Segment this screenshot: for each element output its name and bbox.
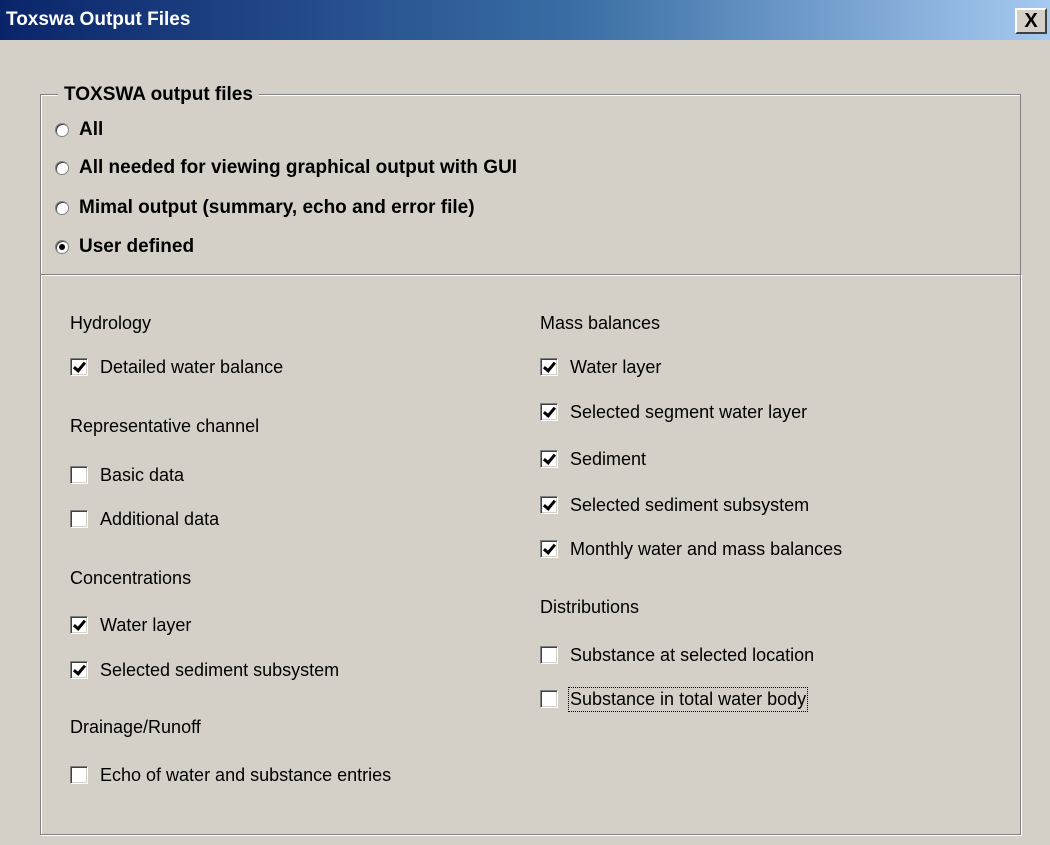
checkbox[interactable] [70,616,88,634]
checkbox[interactable] [540,450,558,468]
check-mass-sediment[interactable]: Sediment [540,448,646,470]
checkbox-label: Selected segment water layer [570,401,808,422]
radio-all[interactable]: All [55,117,103,143]
radio-button[interactable] [55,240,69,254]
checkbox[interactable] [70,466,88,484]
checkbox[interactable] [540,540,558,558]
output-files-legend: TOXSWA output files [58,84,259,106]
check-concentrations-water-layer[interactable]: Water layer [70,614,191,636]
radio-gui-output[interactable]: All needed for viewing graphical output … [55,155,517,181]
check-mass-sediment-subsystem[interactable]: Selected sediment subsystem [540,494,809,516]
checkbox-label: Echo of water and substance entries [100,764,392,785]
radio-button[interactable] [55,201,69,215]
check-detailed-water-balance[interactable]: Detailed water balance [70,356,283,378]
checkbox[interactable] [70,358,88,376]
radio-label: All [79,119,104,140]
checkbox[interactable] [540,646,558,664]
check-echo-water-substance[interactable]: Echo of water and substance entries [70,764,391,786]
drainage-runoff-heading: Drainage/Runoff [70,717,201,737]
radio-label: Mimal output (summary, echo and error fi… [79,197,475,218]
checkbox[interactable] [70,766,88,784]
check-basic-data[interactable]: Basic data [70,464,184,486]
close-icon: X [1024,10,1038,32]
hydrology-heading: Hydrology [70,313,152,333]
check-mass-water-layer[interactable]: Water layer [540,356,661,378]
checkbox[interactable] [540,403,558,421]
checkbox-label: Additional data [100,508,220,529]
checkbox-label: Selected sediment subsystem [100,659,340,680]
concentrations-heading: Concentrations [70,568,192,588]
checkbox-label: Water layer [100,614,192,635]
radio-user-defined[interactable]: User defined [55,234,194,260]
window-title: Toxswa Output Files [6,9,191,30]
checkbox-label: Substance in total water body [567,686,809,712]
checkbox-label: Monthly water and mass balances [570,538,843,559]
check-mass-segment-water-layer[interactable]: Selected segment water layer [540,401,807,423]
checkbox-label: Water layer [570,356,662,377]
mass-balances-heading: Mass balances [540,313,661,333]
close-button[interactable]: X [1015,8,1047,34]
check-substance-selected-location[interactable]: Substance at selected location [540,644,814,666]
representative-channel-heading: Representative channel [70,416,260,436]
check-additional-data[interactable]: Additional data [70,508,219,530]
check-substance-total-water-body[interactable]: Substance in total water body [540,686,809,712]
checkbox[interactable] [540,690,558,708]
checkbox-label: Substance at selected location [570,644,815,665]
checkbox-label: Sediment [570,448,647,469]
check-monthly-balances[interactable]: Monthly water and mass balances [540,538,842,560]
radio-button[interactable] [55,123,69,137]
checkbox[interactable] [540,496,558,514]
radio-button[interactable] [55,161,69,175]
radio-label: User defined [79,236,195,257]
radio-minimal-output[interactable]: Mimal output (summary, echo and error fi… [55,195,475,221]
distributions-heading: Distributions [540,597,640,617]
checkbox-label: Basic data [100,464,185,485]
checkbox-label: Selected sediment subsystem [570,494,810,515]
radio-label: All needed for viewing graphical output … [79,157,518,178]
checkbox-label: Detailed water balance [100,356,284,377]
window-frame [0,40,6,845]
checkbox[interactable] [540,358,558,376]
checkbox[interactable] [70,510,88,528]
check-concentrations-sediment-subsystem[interactable]: Selected sediment subsystem [70,659,339,681]
checkbox[interactable] [70,661,88,679]
title-bar: Toxswa Output Files X [0,0,1050,40]
